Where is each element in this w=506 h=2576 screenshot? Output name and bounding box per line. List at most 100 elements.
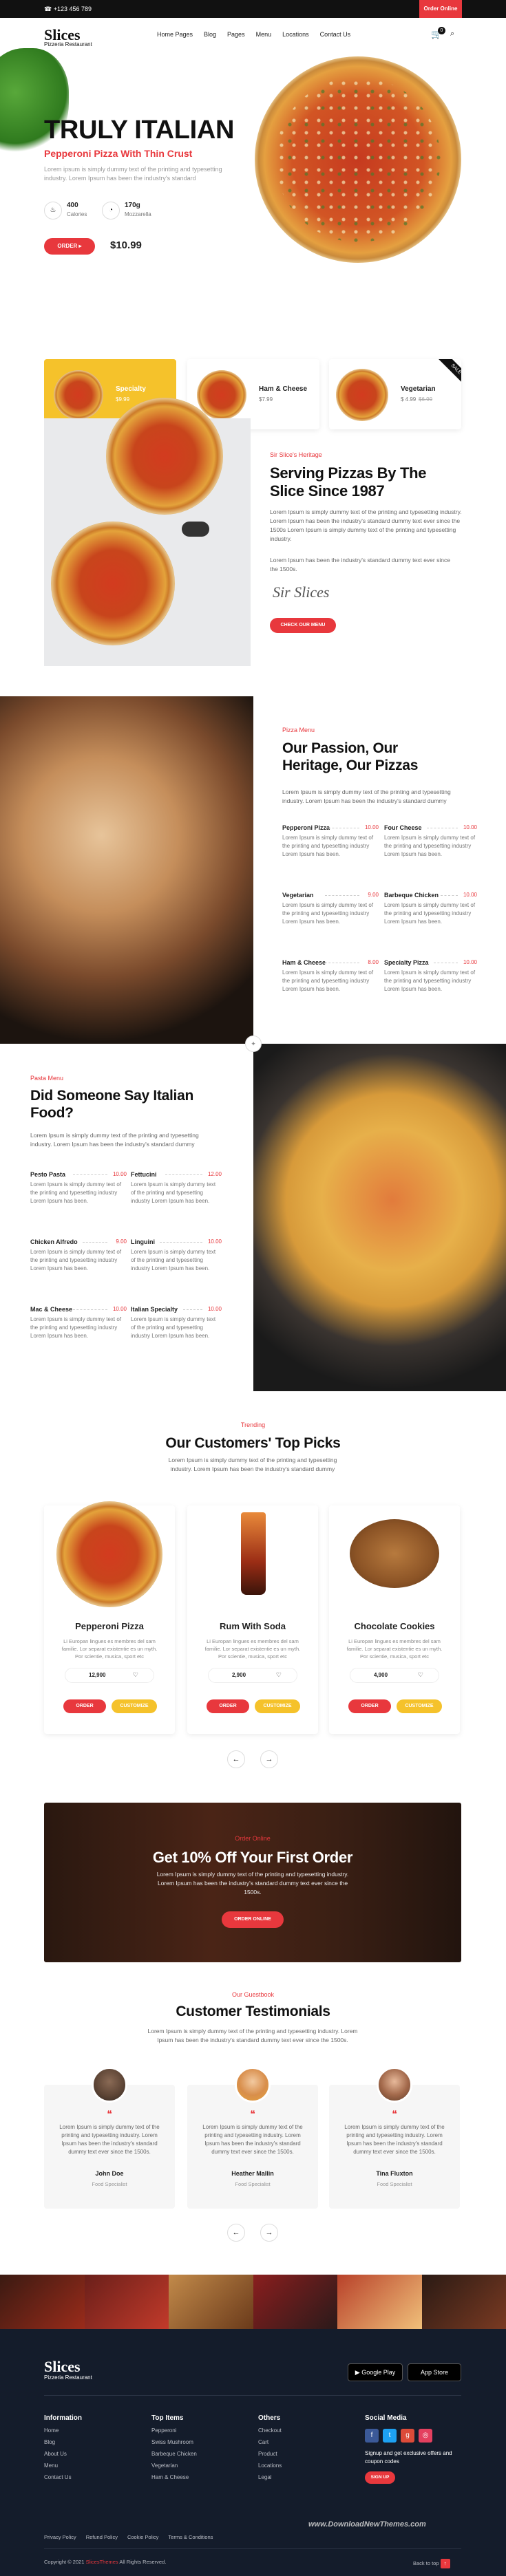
quote-icon: ❝ [250,2108,255,2119]
order-online-button[interactable]: Order Online [419,0,462,18]
google-play-button[interactable]: ▶ Google Play [348,2363,403,2381]
menu-item[interactable]: Fettucini 12.00 Lorem Ipsum is simply dumm… [131,1171,222,1205]
footer-divider [44,2395,461,2396]
product-card[interactable]: Chocolate Cookies Li Europan lingues es … [329,1505,460,1734]
footer-link[interactable]: Home [44,2427,82,2434]
footer-link[interactable]: Vegetarian [151,2462,197,2469]
menu-item[interactable]: Mac & Cheese 10.00 Lorem Ipsum is simply d… [30,1306,127,1340]
instagram-icon[interactable]: ◎ [419,2429,432,2443]
menu-item[interactable]: Specialty Pizza 10.00 Lorem Ipsum is simpl… [384,959,477,994]
order-button[interactable]: ORDER [207,1699,249,1713]
footer-link[interactable]: Menu [44,2462,82,2469]
gallery-image[interactable] [253,2275,337,2329]
promo-banner-title: Get 10% Off Your First Order [152,1849,353,1866]
promo-card-vegetarian[interactable]: Vegetarian $ 4.99 $6.99 SALE [329,359,461,429]
vegetarian-pizza-image [336,369,388,421]
menu-item-name: Chicken Alfredo [30,1238,78,1245]
menu-item[interactable]: Italian Specialty 10.00 Lorem Ipsum is sim… [131,1306,222,1340]
order-button[interactable]: ORDER [348,1699,391,1713]
cookie-policy-link[interactable]: Cookie Policy [127,2534,158,2540]
footer-link[interactable]: Barbeque Chicken [151,2451,197,2457]
customize-button[interactable]: CUSTOMIZE [397,1699,442,1713]
testimonials-prev-button[interactable]: ← [227,2224,245,2242]
copyright-brand-link[interactable]: SlicesThemes [86,2559,118,2565]
carousel-next-button[interactable]: → [260,1750,278,1768]
privacy-policy-link[interactable]: Privacy Policy [44,2534,76,2540]
footer-link[interactable]: Pepperoni [151,2427,197,2434]
hero-order-button[interactable]: ORDER ▸ [44,238,95,255]
footer-link[interactable]: Locations [258,2462,282,2469]
order-online-button[interactable]: ORDER ONLINE [222,1911,284,1928]
testimonials-next-button[interactable]: → [260,2224,278,2242]
heart-icon[interactable]: ♡ [133,1671,138,1679]
calories-icon: ♨ [44,202,62,219]
signup-button[interactable]: SIGN UP [365,2471,395,2484]
nav-locations[interactable]: Locations [282,31,309,38]
menu-item[interactable]: Pepperoni Pizza 10.00 Lorem Ipsum is simpl… [282,824,379,859]
footer-link[interactable]: Blog [44,2439,82,2445]
back-to-top-link[interactable]: Back to top ↑ [413,2559,450,2568]
cart-count-badge: 0 [438,27,445,34]
twitter-icon[interactable]: t [383,2429,397,2443]
footer-link[interactable]: About Us [44,2451,82,2457]
menu-item-price: 10.00 [463,824,477,830]
search-icon[interactable]: ⌕ [450,30,454,39]
phone-number[interactable]: ☎ +123 456 789 [44,6,92,13]
menu-item[interactable]: Vegetarian 9.00 Lorem Ipsum is simply dumm… [282,892,379,926]
footer-link[interactable]: Ham & Cheese [151,2474,197,2480]
arrow-up-icon: ↑ [440,2559,450,2568]
menu-item-description: Lorem Ipsum is simply dummy text of the … [384,902,476,925]
check-menu-button[interactable]: CHECK OUR MENU [270,618,336,633]
footer: Slices Pizzeria Restaurant ▶ Google Play… [0,2329,506,2576]
product-card[interactable]: Rum With Soda Li Europan lingues es memb… [187,1505,318,1734]
testimonial-name: Tina Fluxton [376,2170,413,2177]
likes-count: 2,900 [232,1672,246,1678]
footer-social: Social Media f t g ◎ Signup and get excl… [365,2414,461,2484]
nav-pages[interactable]: Pages [227,31,245,38]
footer-column-title: Others [258,2414,281,2422]
gallery-image[interactable] [421,2275,506,2329]
likes-count: 12,900 [89,1672,106,1678]
menu-item[interactable]: Barbeque Chicken 10.00 Lorem Ipsum is simp… [384,892,477,926]
dashed-divider [73,1309,107,1310]
product-card[interactable]: Pepperoni Pizza Li Europan lingues es me… [44,1501,175,1734]
likes-box: 2,900 ♡ [208,1668,297,1683]
menu-item-description: Lorem Ipsum is simply dummy text of the … [282,969,374,992]
footer-link[interactable]: Swiss Mushroom [151,2439,197,2445]
menu-item-description: Lorem Ipsum is simply dummy text of the … [131,1181,216,1204]
google-plus-icon[interactable]: g [401,2429,414,2443]
testimonial-quote: Lorem Ipsum is simply dummy text of the … [344,2124,445,2155]
nav-contact-us[interactable]: Contact Us [320,31,351,38]
sunglasses-image [182,522,209,537]
customize-button[interactable]: CUSTOMIZE [255,1699,300,1713]
carousel-prev-button[interactable]: ← [227,1750,245,1768]
nav-menu[interactable]: Menu [256,31,272,38]
footer-logo[interactable]: Slices [44,2358,81,2376]
menu-item[interactable]: Chicken Alfredo 9.00 Lorem Ipsum is simply… [30,1238,127,1273]
hero-description: Lorem ipsum is simply dummy text of the … [44,166,222,182]
facebook-icon[interactable]: f [365,2429,379,2443]
footer-link[interactable]: Product [258,2451,282,2457]
footer-link[interactable]: Cart [258,2439,282,2445]
footer-link[interactable]: Contact Us [44,2474,82,2480]
menu-item[interactable]: Pesto Pasta 10.00 Lorem Ipsum is simply du… [30,1171,127,1205]
dashed-divider [160,1242,202,1243]
nav-blog[interactable]: Blog [204,31,216,38]
gallery-image[interactable] [84,2275,169,2329]
terms-link[interactable]: Terms & Conditions [168,2534,213,2540]
nav-home-pages[interactable]: Home Pages [157,31,193,38]
gallery-image[interactable] [169,2275,253,2329]
customize-button[interactable]: CUSTOMIZE [112,1699,157,1713]
gallery-image[interactable] [337,2275,422,2329]
heart-icon[interactable]: ♡ [418,1671,423,1679]
refund-policy-link[interactable]: Refund Policy [86,2534,118,2540]
footer-link[interactable]: Checkout [258,2427,282,2434]
order-button[interactable]: ORDER [63,1699,106,1713]
app-store-button[interactable]: App Store [408,2363,461,2381]
heart-icon[interactable]: ♡ [276,1671,282,1679]
menu-item[interactable]: Linguini 10.00 Lorem Ipsum is simply dummy… [131,1238,222,1273]
menu-item[interactable]: Four Cheese 10.00 Lorem Ipsum is simply du… [384,824,477,859]
footer-link[interactable]: Legal [258,2474,282,2480]
gallery-image[interactable] [0,2275,85,2329]
menu-item[interactable]: Ham & Cheese 8.00 Lorem Ipsum is simply du… [282,959,379,994]
